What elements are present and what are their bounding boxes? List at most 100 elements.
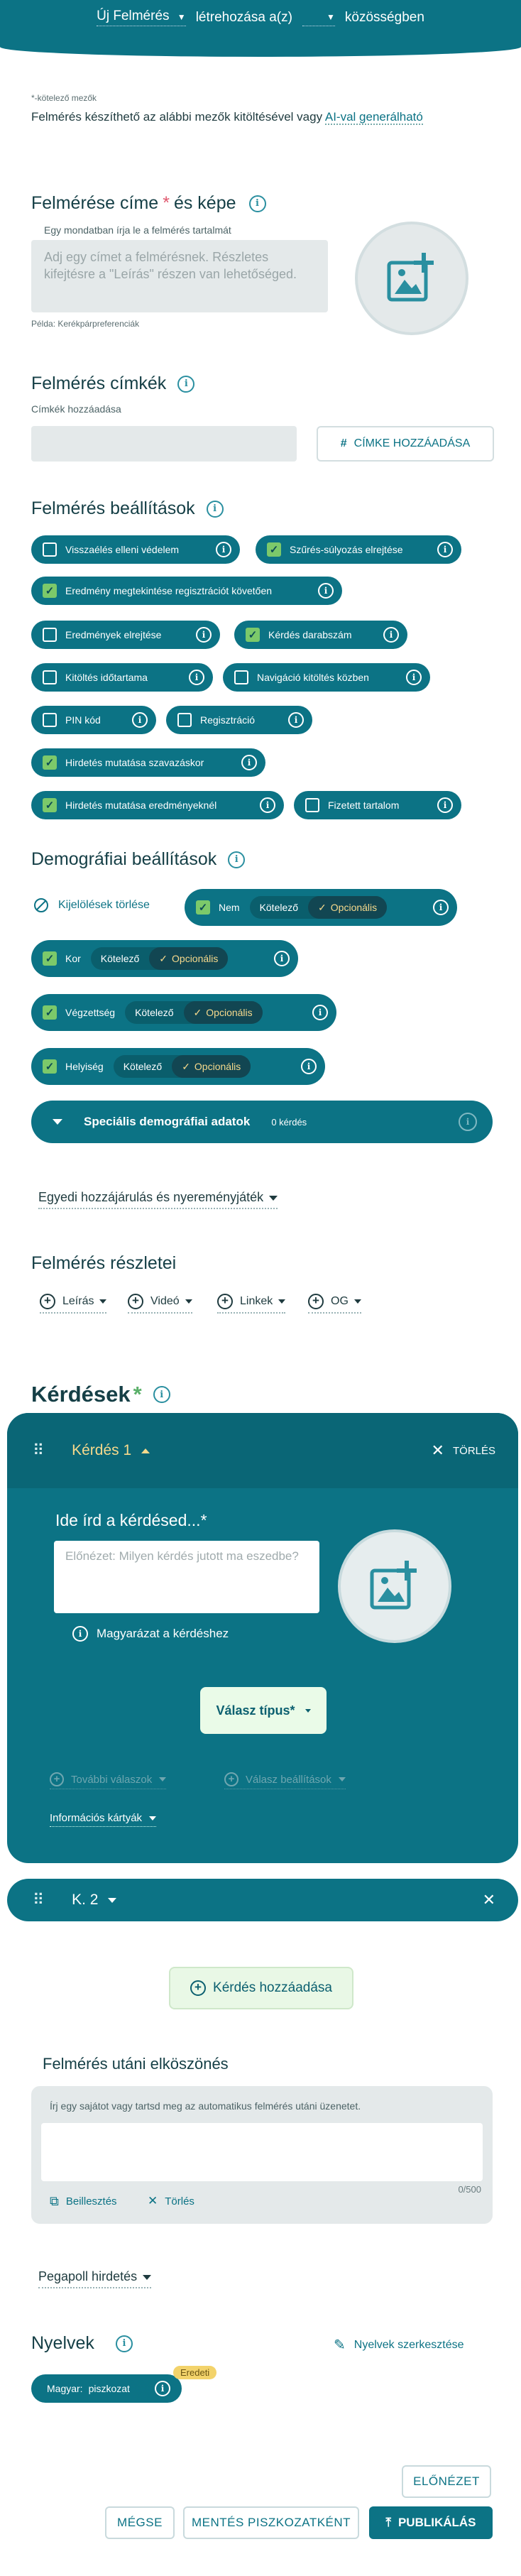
info-icon[interactable]: i xyxy=(206,500,224,518)
clear-button[interactable]: ✕ Törlés xyxy=(148,2194,194,2208)
info-icon[interactable]: i xyxy=(433,900,449,915)
info-icon[interactable]: i xyxy=(132,712,148,728)
info-icon[interactable]: i xyxy=(155,2381,170,2396)
setting-option[interactable]: PIN kód i xyxy=(31,706,156,734)
answer-settings-dropdown[interactable]: + Válasz beállítások xyxy=(224,1772,346,1789)
demo-item-location[interactable]: ✓ Helyiség Kötelező ✓ Opcionális i xyxy=(31,1048,325,1085)
cancel-button[interactable]: MÉGSE xyxy=(105,2506,175,2539)
required-optional-toggle[interactable]: Kötelező ✓ Opcionális xyxy=(249,896,388,919)
checkbox[interactable]: ✓ xyxy=(43,755,57,770)
checkbox[interactable]: ✓ xyxy=(43,951,57,966)
required-optional-toggle[interactable]: Kötelező ✓ Opcionális xyxy=(125,1001,263,1024)
question-2-card[interactable]: ⠿ K. 2 ✕ xyxy=(7,1879,518,1921)
setting-option[interactable]: ✓ Hirdetés mutatása eredményeknél i xyxy=(31,791,284,819)
chevron-down-icon[interactable] xyxy=(108,1897,117,1903)
info-icon[interactable]: i xyxy=(196,627,212,643)
info-icon[interactable]: i xyxy=(153,1386,170,1403)
add-question-button[interactable]: + Kérdés hozzáadása xyxy=(169,1967,353,2009)
question-input[interactable]: Előnézet: Milyen kérdés jutott ma eszedb… xyxy=(54,1541,319,1613)
edit-languages-button[interactable]: ✎ Nyelvek szerkesztése xyxy=(334,2336,464,2354)
info-icon[interactable]: i xyxy=(459,1113,477,1131)
language-chip[interactable]: Magyar: piszkozat i xyxy=(31,2374,182,2403)
info-icon[interactable]: i xyxy=(288,712,304,728)
drag-handle-icon[interactable]: ⠿ xyxy=(33,1891,44,1909)
demo-item-education[interactable]: ✓ Végzettség Kötelező ✓ Opcionális i xyxy=(31,994,336,1031)
ai-generate-link[interactable]: AI-val generálható xyxy=(324,110,423,125)
setting-option[interactable]: ✓ Eredmény megtekintése regisztrációt köv… xyxy=(31,577,342,605)
info-cards-dropdown[interactable]: Információs kártyák xyxy=(50,1812,157,1827)
survey-type-select[interactable]: Új Felmérés ▼ xyxy=(97,9,186,26)
checkbox[interactable] xyxy=(43,713,57,727)
info-icon[interactable]: i xyxy=(216,542,231,557)
setting-option[interactable]: Eredmények elrejtése i xyxy=(31,621,220,649)
checkbox[interactable] xyxy=(234,670,248,684)
setting-option[interactable]: Navigáció kitöltés közben i xyxy=(223,663,430,692)
info-icon[interactable]: i xyxy=(260,797,275,813)
community-select[interactable]: ▼ xyxy=(302,9,335,26)
required-optional-toggle[interactable]: Kötelező ✓ Opcionális xyxy=(113,1055,251,1078)
add-tag-button[interactable]: # CÍMKE HOZZÁADÁSA xyxy=(317,426,494,462)
paste-button[interactable]: ⧉ Beillesztés xyxy=(50,2194,117,2209)
info-icon[interactable]: i xyxy=(301,1059,317,1074)
info-icon[interactable]: i xyxy=(406,670,422,685)
detail-links[interactable]: + Linkek xyxy=(217,1294,286,1314)
info-icon[interactable]: i xyxy=(312,1005,328,1020)
chevron-up-icon[interactable] xyxy=(141,1448,150,1453)
pegapoll-ad-dropdown[interactable]: Pegapoll hirdetés xyxy=(38,2269,152,2288)
question-1-header[interactable]: ⠿ Kérdés 1 ✕ TÖRLÉS xyxy=(7,1413,518,1488)
more-answers-dropdown[interactable]: + További válaszok xyxy=(50,1772,167,1789)
info-icon[interactable]: i xyxy=(241,755,257,770)
info-icon[interactable]: i xyxy=(177,375,195,393)
info-icon[interactable]: i xyxy=(189,670,204,685)
required-optional-toggle[interactable]: Kötelező ✓ Opcionális xyxy=(90,947,229,970)
checkbox[interactable]: ✓ xyxy=(267,542,281,557)
save-draft-button[interactable]: MENTÉS PISZKOZATKÉNT xyxy=(183,2506,359,2539)
info-icon[interactable]: i xyxy=(318,583,334,599)
setting-option[interactable]: ✓ Szűrés-súlyozás elrejtése i xyxy=(256,535,461,564)
preview-button[interactable]: ELŐNÉZET xyxy=(402,2465,491,2498)
delete-question-button[interactable]: ✕ TÖRLÉS xyxy=(432,1441,495,1460)
special-demographics-bar[interactable]: Speciális demográfiai adatok 0 kérdés i xyxy=(31,1101,493,1143)
checkbox[interactable]: ✓ xyxy=(43,1059,57,1074)
setting-option[interactable]: ✓ Hirdetés mutatása szavazáskor i xyxy=(31,748,265,777)
info-icon[interactable]: i xyxy=(437,797,453,813)
title-image-upload[interactable] xyxy=(355,222,468,335)
detail-og[interactable]: + OG xyxy=(308,1294,361,1314)
demo-item-gender[interactable]: ✓ Nem Kötelező ✓ Opcionális i xyxy=(185,889,457,926)
checkbox[interactable] xyxy=(43,628,57,642)
checkbox[interactable] xyxy=(177,713,192,727)
checkbox[interactable]: ✓ xyxy=(43,798,57,812)
detail-description[interactable]: + Leírás xyxy=(40,1294,107,1314)
checkbox[interactable] xyxy=(43,670,57,684)
question-image-upload[interactable] xyxy=(338,1529,451,1643)
checkbox[interactable]: ✓ xyxy=(246,628,260,642)
clear-selection-button[interactable]: Kijelölések törlése xyxy=(34,898,150,912)
setting-option[interactable]: Kitöltés időtartama i xyxy=(31,663,213,692)
setting-option[interactable]: Fizetett tartalom i xyxy=(294,791,461,819)
farewell-textarea[interactable] xyxy=(41,2123,483,2181)
answer-type-button[interactable]: Válasz típus* xyxy=(200,1687,327,1734)
setting-option[interactable]: Visszaélés elleni védelem i xyxy=(31,535,240,564)
checkbox[interactable] xyxy=(305,798,319,812)
close-icon[interactable]: ✕ xyxy=(483,1891,495,1909)
checkbox[interactable]: ✓ xyxy=(43,1005,57,1020)
checkbox[interactable]: ✓ xyxy=(43,584,57,598)
checkbox[interactable]: ✓ xyxy=(196,900,210,915)
drag-handle-icon[interactable]: ⠿ xyxy=(33,1441,44,1460)
tags-input[interactable] xyxy=(31,426,297,462)
detail-video[interactable]: + Videó xyxy=(128,1294,192,1314)
consent-dropdown[interactable]: Egyedi hozzájárulás és nyereményjáték xyxy=(38,1190,278,1209)
publish-button[interactable]: ⤒ PUBLIKÁLÁS xyxy=(369,2506,493,2539)
info-icon[interactable]: i xyxy=(248,195,266,212)
explanation-button[interactable]: i Magyarázat a kérdéshez xyxy=(72,1626,229,1642)
info-icon[interactable]: i xyxy=(274,951,290,966)
setting-option[interactable]: Regisztráció i xyxy=(166,706,312,734)
title-input[interactable]: Adj egy címet a felmérésnek. Részletes k… xyxy=(31,240,328,312)
demo-item-age[interactable]: ✓ Kor Kötelező ✓ Opcionális i xyxy=(31,940,298,977)
info-icon[interactable]: i xyxy=(437,542,453,557)
info-icon[interactable]: i xyxy=(228,851,246,868)
setting-option[interactable]: ✓ Kérdés darabszám i xyxy=(234,621,407,649)
info-icon[interactable]: i xyxy=(115,2335,133,2352)
info-icon[interactable]: i xyxy=(383,627,399,643)
checkbox[interactable] xyxy=(43,542,57,557)
